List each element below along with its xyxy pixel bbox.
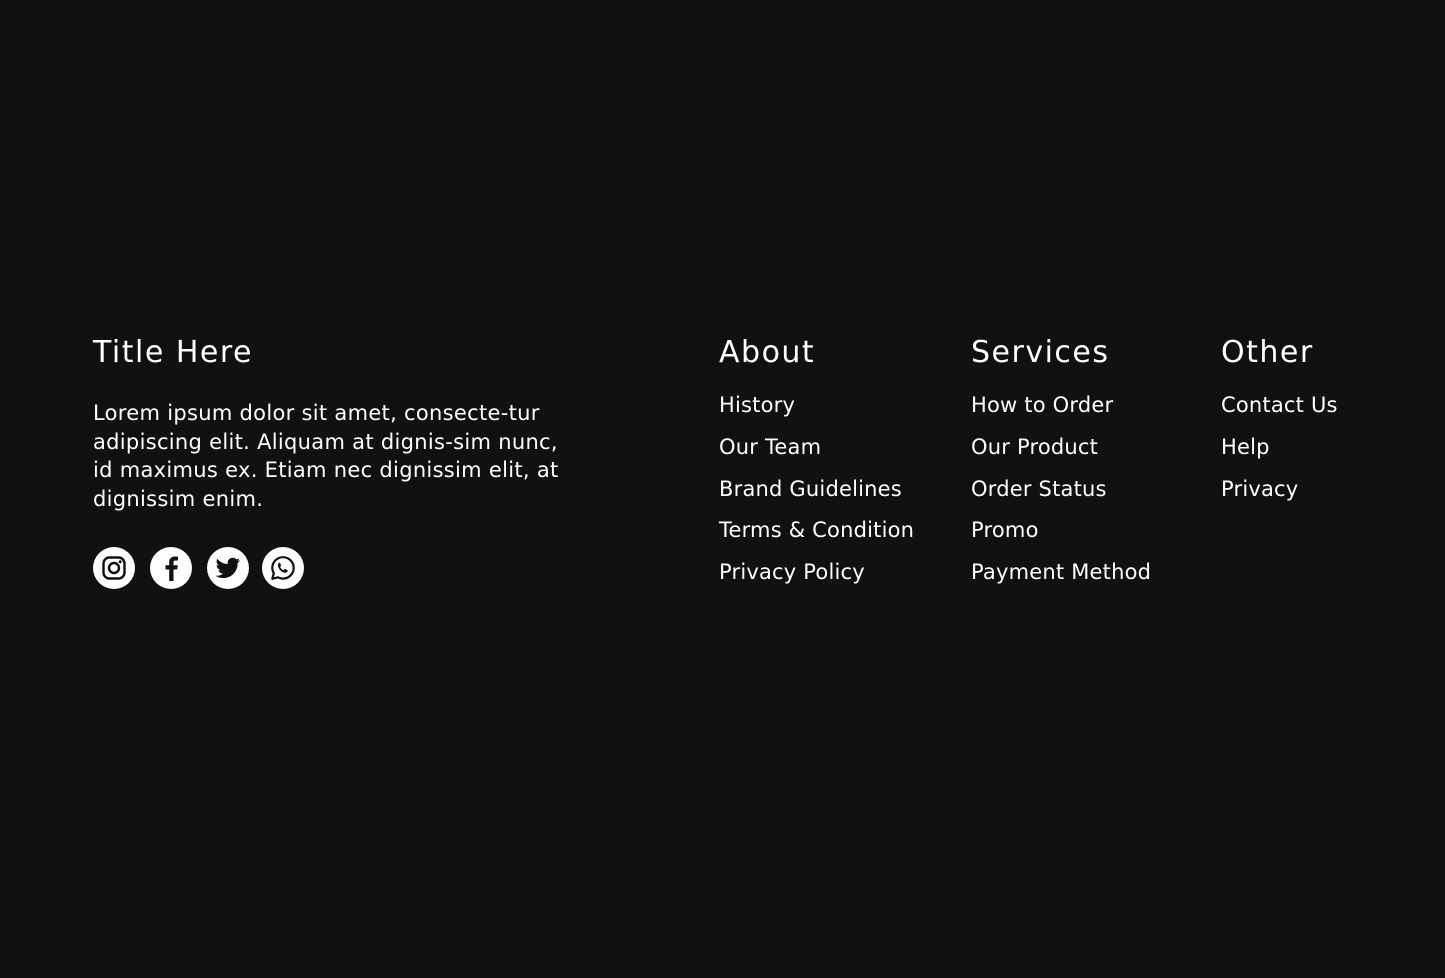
about-link-our-team[interactable]: Our Team (719, 434, 914, 460)
services-link-payment-method[interactable]: Payment Method (971, 559, 1151, 585)
whatsapp-icon (270, 555, 296, 581)
other-column: Other Contact Us Help Privacy (1221, 334, 1338, 517)
whatsapp-button[interactable] (262, 547, 304, 589)
about-links: History Our Team Brand Guidelines Terms … (719, 392, 914, 585)
services-link-our-product[interactable]: Our Product (971, 434, 1151, 460)
services-column: Services How to Order Our Product Order … (971, 334, 1151, 601)
about-link-history[interactable]: History (719, 392, 914, 418)
about-link-brand-guidelines[interactable]: Brand Guidelines (719, 476, 914, 502)
services-link-how-to-order[interactable]: How to Order (971, 392, 1151, 418)
services-heading: Services (971, 335, 1110, 370)
about-column: About History Our Team Brand Guidelines … (719, 334, 914, 601)
about-link-terms-condition[interactable]: Terms & Condition (719, 517, 914, 543)
twitter-icon (215, 557, 241, 579)
about-heading: About (719, 335, 816, 370)
social-links (93, 547, 304, 589)
facebook-button[interactable] (150, 547, 192, 589)
other-heading: Other (1221, 335, 1314, 370)
other-link-contact-us[interactable]: Contact Us (1221, 392, 1338, 418)
services-link-order-status[interactable]: Order Status (971, 476, 1151, 502)
instagram-icon (101, 555, 127, 581)
twitter-button[interactable] (207, 547, 249, 589)
about-link-privacy-policy[interactable]: Privacy Policy (719, 559, 914, 585)
site-footer: Title Here Lorem ipsum dolor sit amet, c… (0, 0, 1445, 978)
services-link-promo[interactable]: Promo (971, 517, 1151, 543)
other-links: Contact Us Help Privacy (1221, 392, 1338, 502)
brand-description: Lorem ipsum dolor sit amet, consecte-tur… (93, 401, 559, 511)
facebook-icon (160, 555, 182, 581)
services-links: How to Order Our Product Order Status Pr… (971, 392, 1151, 585)
instagram-button[interactable] (93, 547, 135, 589)
brand-title: Title Here (93, 335, 253, 370)
other-link-privacy[interactable]: Privacy (1221, 476, 1338, 502)
brand-column: Title Here Lorem ipsum dolor sit amet, c… (93, 334, 563, 513)
other-link-help[interactable]: Help (1221, 434, 1338, 460)
